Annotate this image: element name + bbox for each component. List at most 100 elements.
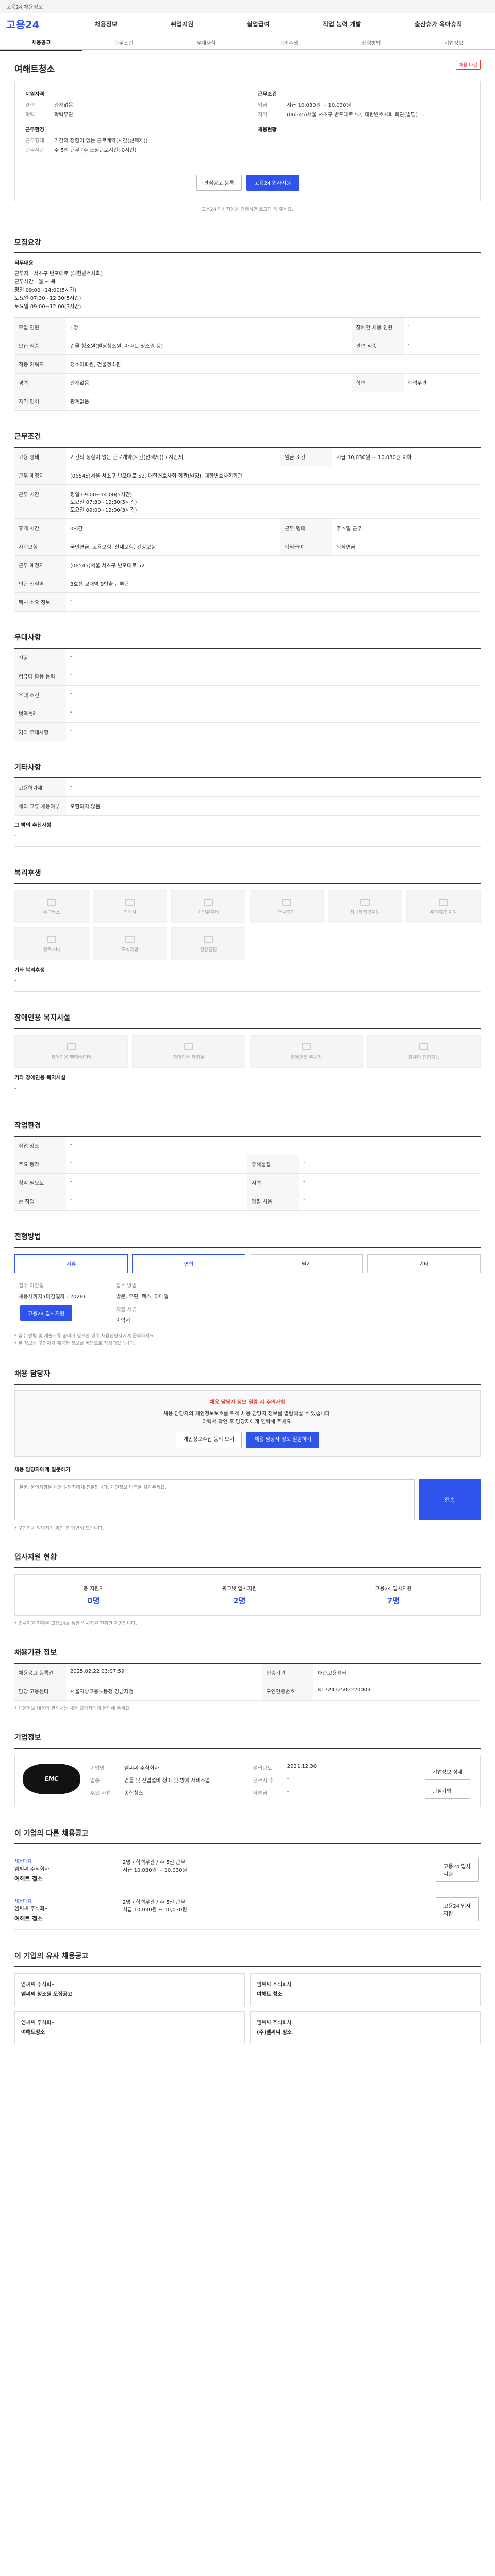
apply-info: 접수 마감일 채용시까지 (마감일자 : 2028) 고용24 입사지원 접수 …: [14, 1273, 481, 1333]
th: 손 작업: [14, 1192, 66, 1211]
apply-button-2[interactable]: 고용24 입사지원: [20, 1305, 73, 1321]
th: 주요 동작: [14, 1155, 66, 1174]
graduation-icon: [360, 898, 370, 906]
etc-extra-value: -: [14, 833, 16, 839]
card-name[interactable]: 엠씨씨 청소원 모집공고: [21, 1990, 238, 1997]
summary-value: (06545)서울 서초구 반포대로 52, 대한변호사회 회관(빌딩) ...: [287, 112, 424, 118]
td: -: [66, 704, 481, 723]
stats-box: 총 지원자 0명 워크넷 입사지원 2명 고용24 입사지원 7명: [14, 1574, 481, 1616]
similar-card[interactable]: 엠씨씨 주식회사 (주)엠씨씨 청소: [250, 2011, 481, 2044]
rec-cond: 2명 / 학력무관 / 주 5일 근무: [123, 1859, 186, 1866]
tab-pref[interactable]: 우대사항: [165, 35, 248, 50]
card-name[interactable]: 여해트 청소: [257, 1990, 474, 1997]
etc-extra: 그 밖의 추진사항 -: [14, 816, 481, 847]
th: 해외 교류 채용여부: [14, 796, 66, 816]
td: (06545)서울 서초구 반포대로 52: [66, 555, 481, 574]
stat-item: 총 지원자 0명: [84, 1584, 104, 1606]
card-name[interactable]: (주)엠씨씨 청소: [257, 2028, 474, 2036]
recs-list: 채용마감 엠씨씨 주식회사 여해트 청소 2명 / 학력무관 / 주 5일 근무 시급…: [14, 1851, 481, 1930]
td: 대한고용센터: [314, 1663, 481, 1682]
welfare-label: 차량유지비: [197, 910, 219, 916]
summary-key: 근무형태: [25, 138, 44, 144]
method-title: 접수 방법: [116, 1283, 137, 1289]
th: 담당 고용센터: [14, 1682, 66, 1701]
disabled-item: 장애인용 엘리베이터: [14, 1035, 128, 1068]
disabled-label: 휠체어 진입가능: [408, 1055, 440, 1060]
privacy-agree-button[interactable]: 개인정보수집 동의 보기: [175, 1431, 242, 1448]
similar-card[interactable]: 엠씨씨 주식회사 여해트청소: [14, 2011, 245, 2044]
td: 주 5일 근무: [332, 518, 481, 537]
tab-work[interactable]: 근무조건: [82, 35, 165, 50]
td: (06545)서울 서초구 반포대로 52, 대한변호사회 회관(빌딩), 대한…: [66, 466, 481, 485]
td: 청소미화원, 건물청소원: [66, 354, 481, 374]
view-contact-button[interactable]: 채용 담당자 정보 열람하기: [246, 1431, 320, 1448]
disabled-grid: 장애인용 엘리베이터 장애인용 화장실 장애인용 주차장 휠체어 진입가능: [14, 1035, 481, 1068]
summary-note: 고용24 입사지원을 원하시면 로그인 해 주세요.: [202, 207, 293, 212]
hiring-option: 필기: [250, 1254, 363, 1273]
status-badge: 채용 마감: [456, 60, 481, 70]
gift-icon: [47, 935, 56, 943]
apply-title: 접수 마감일: [19, 1283, 44, 1289]
th: 우대 조건: [14, 685, 66, 704]
welfare-item: 차량유지비: [171, 890, 245, 923]
recruit-table: 모집 인원 1명 장애인 채용 인원 - 모집 직종 건물 청소원(빌딩청소원, 아파트…: [14, 318, 481, 411]
th: 컴퓨터 활용 능력: [14, 667, 66, 686]
bed-icon: [125, 898, 135, 906]
qa-send-button[interactable]: 전송: [419, 1479, 481, 1520]
stat-label: 워크넷 입사지원: [222, 1586, 257, 1592]
list-item[interactable]: 채용마감 엠씨씨 주식회사 여해트 청소 2명 / 학력무관 / 주 5일 근무 시급…: [14, 1890, 481, 1930]
disabled-item: 휠체어 진입가능: [367, 1035, 481, 1068]
disabled-label: 장애인용 엘리베이터: [51, 1055, 91, 1060]
tab-company[interactable]: 기업정보: [412, 35, 495, 50]
summary-actions: 관심공고 등록 고용24 입사지원: [14, 164, 481, 201]
card-name[interactable]: 여해트청소: [21, 2028, 238, 2036]
apply-button[interactable]: 고용24 입사지원: [246, 175, 299, 191]
house-icon: [439, 898, 448, 906]
stats-note: * 입사지원 현황은 고용24를 통한 입사지원 현황만 제공됩니다.: [14, 1621, 137, 1626]
th: 휴게 시간: [14, 518, 66, 537]
th: 채용공고 등록일: [14, 1663, 66, 1682]
tab-hiring[interactable]: 전형방법: [330, 35, 412, 50]
rec-tag: 채용마감: [14, 1859, 32, 1865]
welfare-other-label: 기타 복리후생: [14, 968, 45, 973]
similar-card[interactable]: 엠씨씨 주식회사 엠씨씨 청소원 모집공고: [14, 1973, 245, 2006]
welfare-label: 연차휴가: [278, 910, 295, 916]
disabled-label: 장애인용 화장실: [173, 1055, 205, 1060]
summary-key: 경력: [25, 103, 35, 108]
qa-input[interactable]: [14, 1479, 415, 1520]
section-work: 근무조건 고용 형태 기간의 정함이 없는 근로계약(시간(선택제)) / 시간제…: [10, 431, 485, 612]
nav-item[interactable]: 취업지원: [171, 20, 193, 28]
rec-apply-button[interactable]: 고용24 입사지원: [436, 1897, 479, 1921]
nav-item[interactable]: 직업 능력 개발: [323, 20, 361, 28]
td: 건물 청소원(빌딩청소원, 아파트 청소원 등): [66, 336, 352, 355]
co-key: 업종: [90, 1778, 100, 1784]
tab-welfare[interactable]: 복리후생: [248, 35, 330, 50]
section-title: 기업정보: [14, 1732, 481, 1749]
welfare-item: 통근버스: [14, 890, 89, 923]
similar-card[interactable]: 엠씨씨 주식회사 여해트 청소: [250, 1973, 481, 2006]
favorite-company-button[interactable]: 관심기업: [424, 1782, 470, 1799]
favorite-button[interactable]: 관심공고 등록: [196, 175, 242, 191]
info-table: 채용공고 등록일 2025.02.22 03:07:59 인증기관 대한고용센터 담당…: [14, 1663, 481, 1701]
summary-key: 임금: [258, 103, 268, 108]
welfare-item: 자녀학자금지원: [328, 890, 402, 923]
hiring-notes: * 접수 방법 및 제출서류 준비가 필요한 경우 채용담당자에게 문의하세요.…: [14, 1333, 481, 1348]
nav-item[interactable]: 실업급여: [247, 20, 270, 28]
company-detail-button[interactable]: 기업정보 상세: [424, 1763, 470, 1780]
td: 포함되지 않음: [66, 796, 481, 816]
nav-item[interactable]: 출산휴가 육아휴직: [415, 20, 463, 28]
list-item[interactable]: 채용마감 엠씨씨 주식회사 여해트 청소 2명 / 학력무관 / 주 5일 근무 시급…: [14, 1851, 481, 1890]
rec-name[interactable]: 여해트 청소: [14, 1914, 118, 1922]
similar-cards: 엠씨씨 주식회사 엠씨씨 청소원 모집공고 엠씨씨 주식회사 여해트 청소 엠씨씨 …: [14, 1973, 481, 2044]
section-title: 채용기관 정보: [14, 1647, 481, 1664]
warning-text: 채용 담당자의 개인정보보호를 위해 채용 담당자 정보를 열람하실 수 있습니…: [163, 1411, 332, 1425]
tab-recruit[interactable]: 채용공고: [0, 34, 82, 51]
co-key: 설립년도: [253, 1765, 272, 1771]
rec-name[interactable]: 여해트 청소: [14, 1874, 118, 1883]
nav-item[interactable]: 채용정보: [95, 20, 118, 28]
rec-apply-button[interactable]: 고용24 입사지원: [436, 1857, 479, 1882]
logo[interactable]: 고용24: [6, 16, 68, 31]
wheelchair-icon: [419, 1043, 428, 1050]
welfare-label: 경조사비: [43, 947, 60, 953]
hiring-option: 면접: [132, 1254, 245, 1273]
